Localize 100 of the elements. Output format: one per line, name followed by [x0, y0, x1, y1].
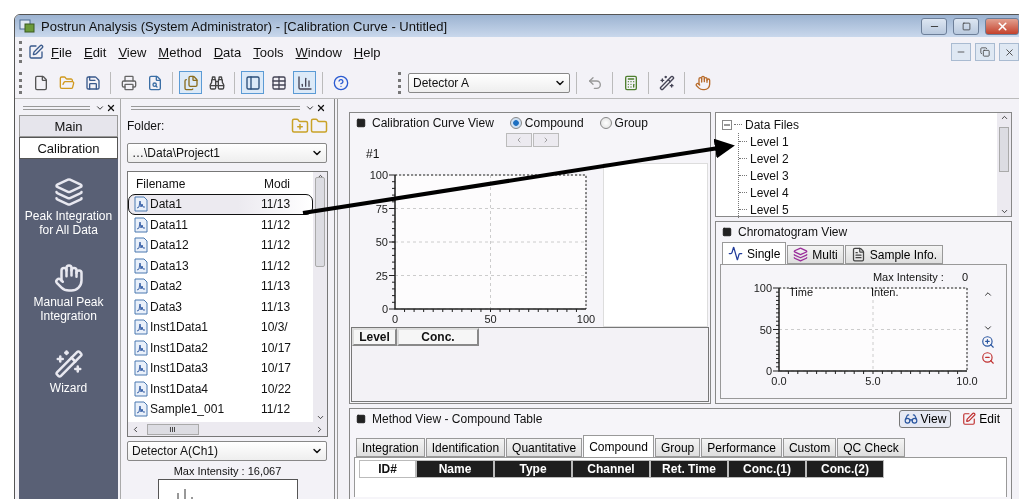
scrollbar[interactable] [313, 172, 327, 422]
radio-button[interactable] [599, 116, 612, 129]
binoculars-icon [208, 74, 225, 91]
method-tab[interactable]: Performance [701, 438, 782, 457]
file-name: Data12 [150, 238, 189, 253]
radio-label[interactable]: Group [614, 115, 648, 130]
tree-item[interactable]: Level 3 [750, 168, 789, 183]
tree-item[interactable]: Level 2 [750, 151, 789, 166]
method-tab[interactable]: Custom [782, 438, 837, 457]
tree-item[interactable]: Level 5 [750, 202, 789, 217]
dropdown-icon[interactable] [95, 103, 105, 113]
sidebar-tab[interactable]: Main [19, 115, 118, 137]
file-row[interactable]: Data1 11/13 [128, 194, 313, 215]
menu-item[interactable]: File [46, 42, 77, 62]
tree-item[interactable]: Data Files [745, 117, 800, 132]
file-row[interactable]: Data13 11/12 [128, 255, 313, 276]
channel-dropdown[interactable]: Detector A(Ch1) [127, 441, 327, 461]
method-tab[interactable]: Integration [356, 438, 425, 457]
close-icon[interactable] [316, 103, 326, 113]
file-row[interactable]: Inst1Data2 10/17 [128, 337, 313, 358]
scroll-up-icon[interactable] [999, 113, 1009, 122]
zoom-out-icon[interactable] [981, 351, 995, 365]
window-icon [356, 414, 366, 424]
file-row[interactable]: Inst1Data3 10/17 [128, 358, 313, 379]
maximize-button[interactable] [953, 17, 979, 35]
column-header[interactable]: Ret. Time [650, 460, 728, 478]
column-header[interactable]: Conc. [397, 327, 479, 346]
column-header[interactable]: Name [416, 460, 494, 478]
sidebar-tab[interactable]: Calibration [19, 137, 118, 159]
scroll-right-icon[interactable] [315, 424, 324, 434]
scrollbar[interactable] [997, 113, 1011, 216]
zoom-in-icon[interactable] [981, 335, 995, 349]
column-header[interactable]: Filename [132, 177, 260, 191]
scroll-down-icon[interactable] [315, 413, 325, 422]
calculator-icon [622, 74, 639, 91]
chromatogram-file-icon [133, 380, 149, 397]
menu-item[interactable]: Data [208, 42, 247, 62]
column-header[interactable]: Modi [260, 177, 300, 191]
method-tab[interactable]: Identification [425, 438, 506, 457]
method-tab[interactable]: QC Check [837, 438, 905, 457]
minimize-button[interactable] [921, 17, 947, 35]
view-button[interactable]: View [898, 410, 952, 428]
horizontal-scrollbar[interactable]: III [128, 422, 327, 436]
column-header[interactable]: Channel [572, 460, 650, 478]
scroll-down-icon[interactable] [999, 207, 1009, 216]
file-row[interactable]: Data2 11/13 [128, 276, 313, 297]
column-header[interactable]: Level [352, 327, 397, 346]
file-row[interactable]: Inst1Data4 10/22 [128, 378, 313, 399]
scroll-left-icon[interactable] [131, 424, 140, 434]
detector-dropdown[interactable]: Detector A [408, 72, 570, 93]
menu-item[interactable]: Tools [248, 42, 289, 62]
view-tab[interactable]: Sample Info. [844, 245, 944, 264]
menu-item[interactable]: Window [290, 42, 347, 62]
column-header[interactable]: Type [494, 460, 572, 478]
documents-button[interactable] [179, 71, 202, 94]
view-tab[interactable]: Multi [787, 245, 844, 264]
restore-button[interactable] [975, 43, 995, 61]
radio-label[interactable]: Compound [524, 115, 584, 130]
column-header[interactable]: Conc.(2) [806, 460, 884, 478]
magic-wand-icon [53, 349, 84, 379]
method-tab[interactable]: Compound [583, 435, 654, 457]
file-row[interactable]: Data3 11/13 [128, 296, 313, 317]
menu-item[interactable]: Edit [78, 42, 112, 62]
sidebar-item[interactable]: Peak Integration for All Data [19, 177, 118, 237]
column-header[interactable]: Conc.(1) [728, 460, 806, 478]
close-button[interactable] [999, 43, 1019, 61]
collapse-icon[interactable] [722, 119, 732, 130]
compound-number: #1 [365, 146, 381, 161]
view-tab[interactable]: Single [722, 242, 787, 264]
panel-layout-button[interactable] [241, 71, 264, 94]
menu-item[interactable]: View [113, 42, 152, 62]
method-tab[interactable]: Quantitative [506, 438, 583, 457]
y-tick-label: 0 [381, 302, 388, 315]
menu-item[interactable]: Method [153, 42, 207, 62]
file-row[interactable]: Data11 11/12 [128, 214, 313, 235]
close-button[interactable] [985, 17, 1019, 35]
hand-icon [694, 74, 711, 91]
radio-button[interactable] [509, 116, 522, 129]
method-tab[interactable]: Group [654, 438, 701, 457]
help-icon [332, 74, 349, 91]
folder-dropdown[interactable]: …\Data\Project1 [127, 143, 327, 163]
scroll-up-icon[interactable] [983, 289, 993, 299]
chart-button[interactable] [293, 71, 316, 94]
tree-item[interactable]: Level 4 [750, 185, 789, 200]
file-name: Inst1Data2 [150, 340, 209, 355]
modified-date: 11/13 [261, 299, 291, 314]
scroll-thumb[interactable]: III [146, 423, 199, 435]
scroll-down-icon[interactable] [983, 323, 993, 333]
close-icon[interactable] [106, 103, 116, 113]
stacked-peaks-icon [793, 247, 809, 262]
tree-item[interactable]: Level 1 [750, 134, 789, 149]
file-row[interactable]: Data12 11/12 [128, 235, 313, 256]
sidebar-item[interactable]: Manual Peak Integration [19, 263, 118, 323]
file-row[interactable]: Inst1Data1 10/3/ [128, 317, 313, 338]
sidebar-item[interactable]: Wizard [19, 349, 118, 395]
file-row[interactable]: Sample1_001 11/12 [128, 399, 313, 420]
edit-button[interactable]: Edit [957, 410, 1005, 428]
menu-item[interactable]: Help [348, 42, 386, 62]
column-header[interactable]: ID# [359, 460, 416, 478]
dropdown-icon[interactable] [305, 103, 315, 113]
